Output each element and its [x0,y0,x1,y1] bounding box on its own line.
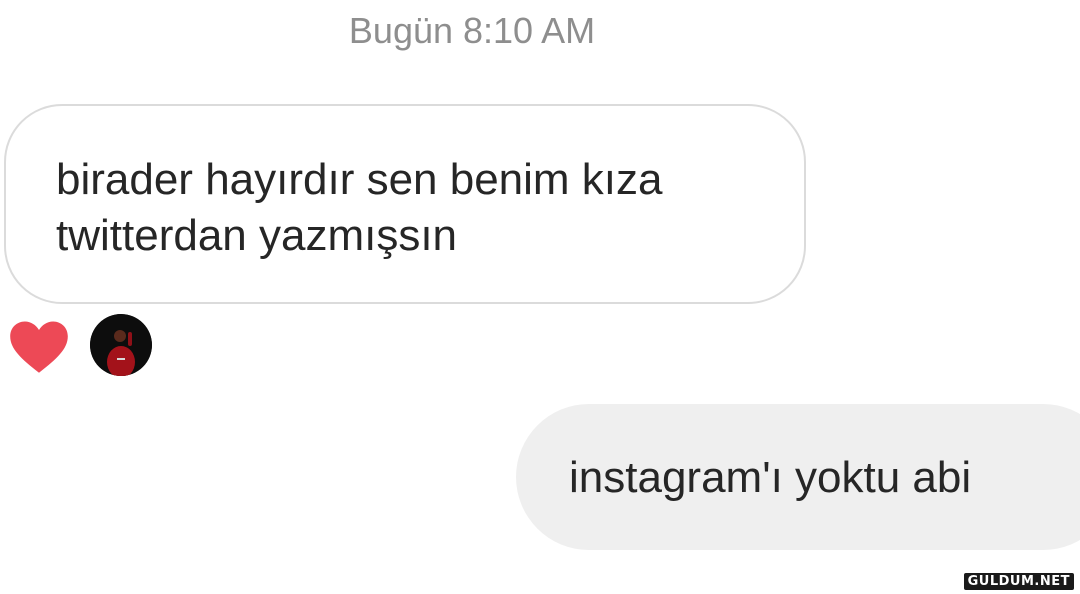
avatar-image [90,314,152,376]
outgoing-message-bubble[interactable]: instagram'ı yoktu abi [516,404,1080,550]
timestamp: Bugün 8:10 AM [348,10,596,51]
message-text: instagram'ı yoktu abi [569,453,972,502]
message-line: twitterdan yazmışsın [56,211,458,260]
incoming-message-bubble[interactable]: birader hayırdır sen benim kıza twitterd… [4,104,806,304]
heart-icon[interactable] [8,320,70,374]
message-line: birader hayırdır sen benim kıza [56,155,663,204]
avatar[interactable] [90,314,152,376]
watermark: GULDUM.NET [963,573,1074,590]
